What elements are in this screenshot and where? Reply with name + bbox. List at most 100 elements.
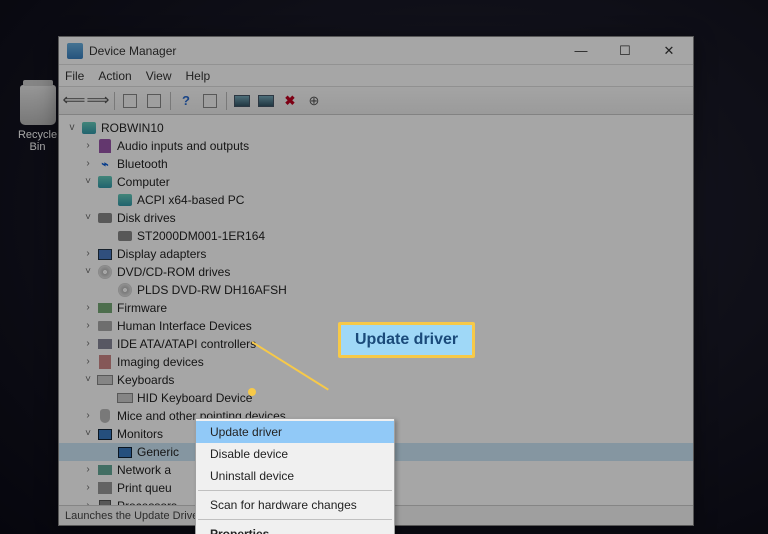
context-menu-item[interactable]: Disable device [196, 443, 394, 465]
tree-node[interactable]: › Display adapters [59, 245, 693, 263]
audio-icon [97, 138, 113, 154]
expand-icon[interactable]: › [81, 137, 95, 155]
expand-icon[interactable]: › [81, 353, 95, 371]
dvd-icon [117, 282, 133, 298]
expand-icon[interactable]: v [65, 119, 79, 137]
toolbar-update-driver-button[interactable] [231, 90, 253, 112]
nav-back-button[interactable]: ⟸ [63, 90, 85, 112]
toolbar-show-hidden-button[interactable] [119, 90, 141, 112]
app-icon [67, 43, 83, 59]
context-menu-item[interactable]: Properties [196, 523, 394, 534]
callout-label: Update driver [355, 331, 458, 348]
menu-help[interactable]: Help [186, 69, 211, 83]
tree-node[interactable]: ˅ Computer [59, 173, 693, 191]
context-menu-item[interactable]: Update driver [196, 421, 394, 443]
expand-icon[interactable]: › [81, 335, 95, 353]
maximize-button[interactable]: ☐ [603, 37, 647, 65]
menubar: File Action View Help [59, 65, 693, 87]
tree-node-label: Audio inputs and outputs [117, 137, 249, 155]
kb-icon [97, 372, 113, 388]
toolbar-disable-button[interactable] [255, 90, 277, 112]
expand-icon[interactable]: › [81, 407, 95, 425]
tree-root-label: ROBWIN10 [101, 119, 164, 137]
tree-node-label: DVD/CD-ROM drives [117, 263, 230, 281]
tree-node[interactable]: ACPI x64-based PC [59, 191, 693, 209]
computer-icon [81, 120, 97, 136]
tree-node-label: ST2000DM001-1ER164 [137, 227, 265, 245]
context-menu-item[interactable]: Uninstall device [196, 465, 394, 487]
tree-node[interactable]: PLDS DVD-RW DH16AFSH [59, 281, 693, 299]
expand-icon[interactable]: › [81, 461, 95, 479]
tree-node-label: PLDS DVD-RW DH16AFSH [137, 281, 287, 299]
img-icon [97, 354, 113, 370]
disk-icon [117, 228, 133, 244]
tree-node[interactable]: ˅ Disk drives [59, 209, 693, 227]
tree-node-label: Display adapters [117, 245, 206, 263]
nav-forward-button[interactable]: ⟹ [87, 90, 109, 112]
menu-action[interactable]: Action [98, 69, 131, 83]
tree-node-label: Computer [117, 173, 170, 191]
desktop-recycle-bin[interactable]: Recycle Bin [10, 85, 65, 153]
print-icon [97, 480, 113, 496]
tree-node[interactable]: › Firmware [59, 299, 693, 317]
close-button[interactable]: ✕ [647, 37, 691, 65]
tree-node-label: Print queu [117, 479, 172, 497]
tree-node[interactable]: › Audio inputs and outputs [59, 137, 693, 155]
menu-view[interactable]: View [146, 69, 172, 83]
expand-icon[interactable]: › [81, 245, 95, 263]
expand-icon[interactable]: › [81, 317, 95, 335]
window-title: Device Manager [89, 44, 559, 58]
bt-icon: ⌁ [97, 156, 113, 172]
context-menu: Update driverDisable deviceUninstall dev… [195, 418, 395, 534]
tree-node-label: Imaging devices [117, 353, 204, 371]
tree-node-label: Bluetooth [117, 155, 168, 173]
tree-node-label: Firmware [117, 299, 167, 317]
tree-node-label: Disk drives [117, 209, 176, 227]
pc-icon [117, 192, 133, 208]
expand-icon[interactable]: › [81, 479, 95, 497]
tree-node-label: HID Keyboard Device [137, 389, 252, 407]
recycle-bin-icon [20, 85, 56, 125]
tree-node-label: Generic [137, 443, 179, 461]
collapse-icon[interactable]: ˅ [81, 173, 95, 191]
collapse-icon[interactable]: ˅ [81, 209, 95, 227]
cpu-icon [97, 498, 113, 505]
hid-icon [97, 318, 113, 334]
collapse-icon[interactable]: ˅ [81, 425, 95, 443]
disk-icon [97, 210, 113, 226]
toolbar-help-button[interactable]: ? [175, 90, 197, 112]
mouse-icon [97, 408, 113, 424]
tree-node[interactable]: ›⌁Bluetooth [59, 155, 693, 173]
expand-icon[interactable]: › [81, 497, 95, 505]
tree-node[interactable]: ˅Keyboards [59, 371, 693, 389]
ide-icon [97, 336, 113, 352]
collapse-icon[interactable]: ˅ [81, 263, 95, 281]
menu-divider [198, 490, 392, 491]
menu-file[interactable]: File [65, 69, 84, 83]
context-menu-item[interactable]: Scan for hardware changes [196, 494, 394, 516]
tree-node[interactable]: ˅ DVD/CD-ROM drives [59, 263, 693, 281]
minimize-button[interactable]: — [559, 37, 603, 65]
tree-node[interactable]: HID Keyboard Device [59, 389, 693, 407]
tree-node[interactable]: ST2000DM001-1ER164 [59, 227, 693, 245]
tree-node-label: Processors [117, 497, 177, 505]
toolbar-properties-button[interactable] [199, 90, 221, 112]
menu-divider [198, 519, 392, 520]
kb-icon [117, 390, 133, 406]
expand-icon[interactable]: › [81, 155, 95, 173]
toolbar: ⟸ ⟹ ? ✖ ⊕ [59, 87, 693, 115]
display-icon [97, 246, 113, 262]
toolbar-uninstall-button[interactable]: ✖ [279, 90, 301, 112]
expand-icon[interactable]: › [81, 299, 95, 317]
collapse-icon[interactable]: ˅ [81, 371, 95, 389]
tree-node-label: ACPI x64-based PC [137, 191, 244, 209]
pc-icon [97, 174, 113, 190]
callout-dot [248, 388, 256, 396]
tree-root[interactable]: v ROBWIN10 [59, 119, 693, 137]
titlebar: Device Manager — ☐ ✕ [59, 37, 693, 65]
fw-icon [97, 300, 113, 316]
toolbar-view-button[interactable] [143, 90, 165, 112]
toolbar-scan-button[interactable]: ⊕ [303, 90, 325, 112]
tree-node-label: Human Interface Devices [117, 317, 252, 335]
callout-box: Update driver [338, 322, 475, 358]
